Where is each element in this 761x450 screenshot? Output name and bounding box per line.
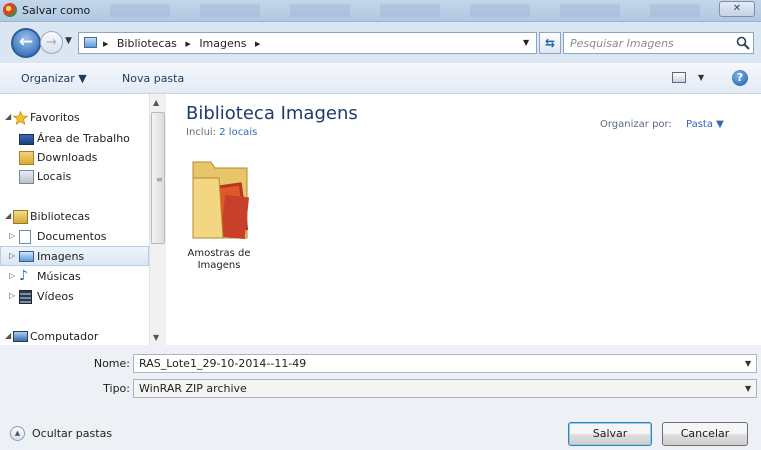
- new-folder-button[interactable]: Nova pasta: [122, 72, 184, 85]
- nav-item-favoritos[interactable]: ◢ Favoritos: [0, 108, 149, 128]
- filetype-select[interactable]: WinRAR ZIP archive ▼: [133, 379, 757, 398]
- nav-item-imagens[interactable]: ▷ Imagens: [0, 246, 149, 266]
- libraries-icon: [13, 210, 28, 224]
- help-icon[interactable]: ?: [732, 70, 748, 86]
- folder-item[interactable]: Amostras de Imagens: [179, 154, 257, 284]
- library-title: Biblioteca Imagens: [186, 103, 358, 124]
- background-tabs-strip: [110, 4, 700, 17]
- documents-icon: [19, 230, 31, 244]
- collapse-up-icon: ▲: [10, 426, 25, 441]
- filename-label: Nome:: [93, 357, 130, 370]
- path-dropdown-icon[interactable]: ▼: [523, 38, 529, 47]
- back-arrow-icon: ←: [18, 32, 34, 52]
- downloads-folder-icon: [19, 151, 34, 165]
- collapsed-arrow-icon[interactable]: ▷: [9, 291, 15, 300]
- close-icon: ✕: [732, 3, 742, 14]
- breadcrumb[interactable]: ▶ Bibliotecas ▶ Imagens ▶ ▼: [78, 32, 537, 54]
- back-button[interactable]: ←: [11, 28, 41, 58]
- breadcrumb-separator-icon[interactable]: ▶: [255, 40, 260, 48]
- save-button[interactable]: Salvar: [568, 422, 652, 446]
- nav-item-locais[interactable]: Locais: [0, 167, 149, 187]
- title-bar: Salvar como ✕: [0, 0, 761, 22]
- search-input[interactable]: Pesquisar Imagens: [563, 32, 754, 54]
- search-placeholder: Pesquisar Imagens: [570, 37, 674, 50]
- scrollbar-thumb[interactable]: ≡: [151, 112, 165, 244]
- file-list-pane: Biblioteca Imagens Inclui: 2 locais Orga…: [167, 94, 761, 345]
- breadcrumb-separator-icon[interactable]: ▶: [103, 40, 108, 48]
- forward-arrow-icon: →: [46, 35, 57, 50]
- library-images-icon: [84, 37, 97, 48]
- arrange-by-label: Organizar por:: [600, 119, 672, 130]
- refresh-icon: ⇆: [544, 36, 556, 50]
- nav-item-area-de-trabalho[interactable]: Área de Trabalho: [0, 129, 149, 149]
- breadcrumb-bibliotecas[interactable]: Bibliotecas: [117, 37, 177, 50]
- cancel-button[interactable]: Cancelar: [662, 422, 748, 446]
- address-bar: ← → ▼ ▶ Bibliotecas ▶ Imagens ▶ ▼ ⇆ Pesq…: [0, 22, 761, 63]
- computer-icon: [13, 331, 28, 342]
- nav-item-videos[interactable]: ▷ Vídeos: [0, 287, 149, 307]
- videos-icon: [19, 290, 32, 304]
- star-icon: [13, 111, 28, 125]
- folder-with-images-icon: [192, 161, 250, 240]
- collapsed-arrow-icon[interactable]: ▷: [9, 271, 15, 280]
- breadcrumb-imagens[interactable]: Imagens: [199, 37, 246, 50]
- hide-folders-label: Ocultar pastas: [32, 427, 113, 440]
- filetype-value: WinRAR ZIP archive: [139, 382, 247, 395]
- recent-places-icon: [19, 170, 34, 184]
- chrome-icon: [3, 3, 17, 17]
- scroll-down-icon[interactable]: ▼: [153, 333, 159, 342]
- nav-item-downloads[interactable]: Downloads: [0, 148, 149, 168]
- filetype-dropdown-icon[interactable]: ▼: [745, 384, 751, 393]
- grip-icon: ≡: [156, 175, 163, 184]
- filetype-label: Tipo:: [103, 382, 130, 395]
- refresh-button[interactable]: ⇆: [539, 32, 561, 54]
- expanded-arrow-icon[interactable]: ◢: [5, 331, 11, 340]
- forward-button[interactable]: →: [40, 31, 63, 54]
- filename-value: RAS_Lote1_29-10-2014--11-49: [139, 357, 307, 370]
- breadcrumb-items: ▶ Bibliotecas ▶ Imagens ▶: [103, 37, 265, 50]
- expanded-arrow-icon[interactable]: ◢: [5, 211, 11, 220]
- close-button[interactable]: ✕: [719, 1, 755, 17]
- navigation-scrollbar[interactable]: ▲ ≡ ▼: [149, 94, 166, 345]
- scroll-up-icon[interactable]: ▲: [153, 98, 159, 107]
- recent-locations-dropdown[interactable]: ▼: [65, 36, 72, 46]
- window-title: Salvar como: [22, 4, 91, 17]
- navigation-pane: ◢ Favoritos Área de Trabalho Downloads L…: [0, 94, 166, 345]
- view-options-icon[interactable]: [672, 72, 686, 83]
- save-form: Nome: RAS_Lote1_29-10-2014--11-49 ▼ Tipo…: [0, 345, 761, 450]
- music-note-icon: ♪: [19, 268, 28, 284]
- desktop-icon: [19, 134, 34, 145]
- search-icon[interactable]: [736, 36, 750, 50]
- arrange-by-dropdown[interactable]: Pasta ▼: [686, 119, 724, 130]
- command-bar: Organizar ▼ Nova pasta ▼ ?: [0, 63, 761, 94]
- view-dropdown-icon[interactable]: ▼: [698, 73, 704, 82]
- breadcrumb-separator-icon[interactable]: ▶: [185, 40, 190, 48]
- collapsed-arrow-icon[interactable]: ▷: [9, 251, 15, 260]
- nav-item-computador[interactable]: ◢ Computador: [0, 327, 149, 345]
- collapsed-arrow-icon[interactable]: ▷: [9, 231, 15, 240]
- nav-item-documentos[interactable]: ▷ Documentos: [0, 227, 149, 247]
- pictures-icon: [19, 251, 34, 262]
- filename-input[interactable]: RAS_Lote1_29-10-2014--11-49 ▼: [133, 354, 757, 373]
- expanded-arrow-icon[interactable]: ◢: [5, 112, 11, 121]
- filename-dropdown-icon[interactable]: ▼: [745, 359, 751, 368]
- library-includes: Inclui: 2 locais: [186, 127, 258, 138]
- organize-button[interactable]: Organizar ▼: [21, 72, 87, 85]
- includes-locations-link[interactable]: 2 locais: [219, 127, 257, 138]
- nav-item-bibliotecas[interactable]: ◢ Bibliotecas: [0, 207, 149, 227]
- folder-name: Amostras de Imagens: [187, 248, 251, 271]
- nav-item-musicas[interactable]: ▷ ♪ Músicas: [0, 267, 149, 287]
